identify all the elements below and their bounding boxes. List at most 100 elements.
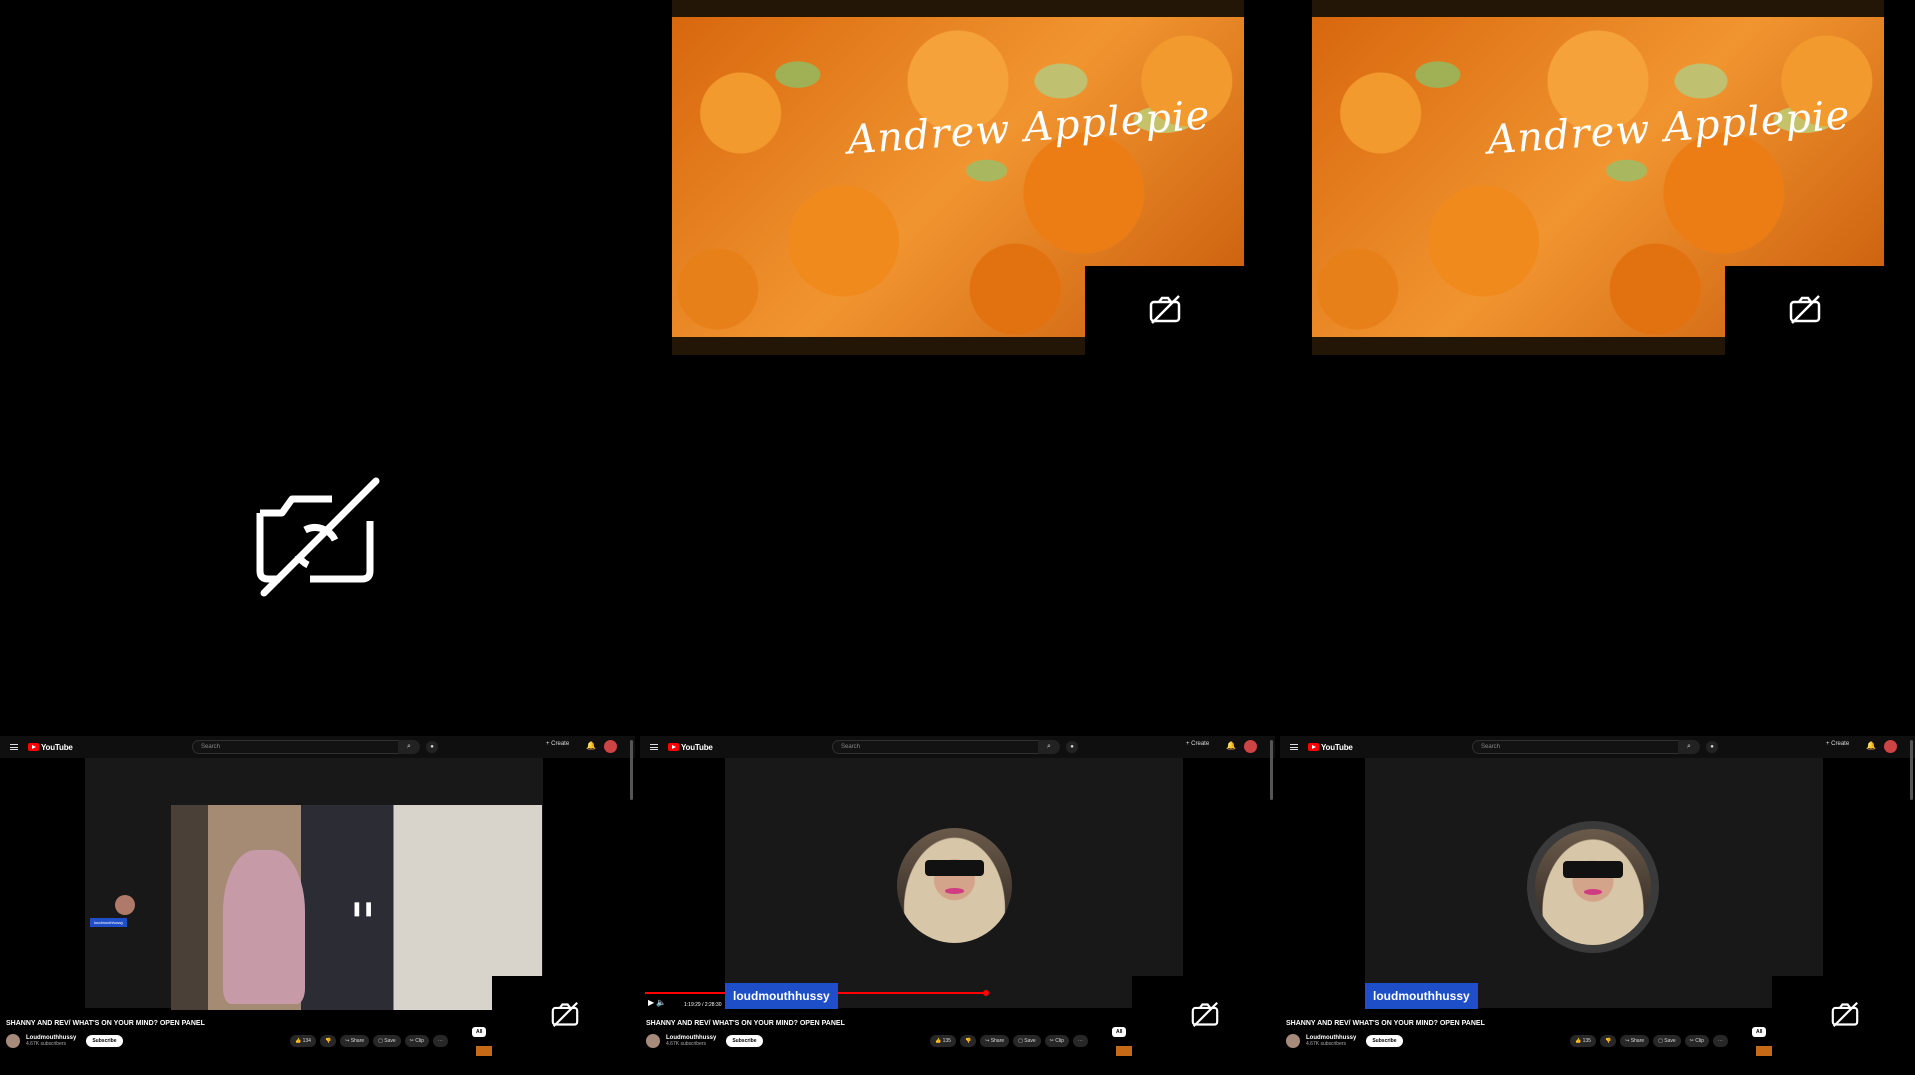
channel-avatar[interactable] (1286, 1034, 1300, 1048)
action-bar: 👍 134 👎 ↪ Share ▢ Save ✂ Clip ⋯ (290, 1035, 448, 1047)
video-frame[interactable]: ❚❚ (171, 805, 542, 1010)
subscriber-count: 4.67K subscribers (26, 1041, 67, 1047)
name-badge: loudmouthhussy (1365, 983, 1478, 1009)
subscribe-button[interactable]: Subscribe (726, 1035, 763, 1047)
like-button[interactable]: 👍 134 (290, 1035, 316, 1047)
video-title: SHANNY AND REV/ WHAT'S ON YOUR MIND? OPE… (1286, 1020, 1485, 1027)
share-button[interactable]: ↪ Share (980, 1035, 1010, 1047)
youtube-logo[interactable]: YouTube (1308, 743, 1353, 752)
avatar[interactable] (604, 740, 617, 753)
share-button[interactable]: ↪ Share (1620, 1035, 1650, 1047)
channel-info: Loudmouthhussy 4.67K subscribers Subscri… (6, 1034, 123, 1048)
mic-icon[interactable]: ● (1706, 741, 1718, 753)
channel-info: Loudmouthhussy 4.67K subscribers Subscri… (1286, 1034, 1403, 1048)
thumbnail[interactable] (1756, 1046, 1772, 1056)
avatar[interactable] (1884, 740, 1897, 753)
scrollbar[interactable] (630, 740, 633, 800)
video-tile-orange[interactable]: Andrew Applepie (672, 0, 1244, 355)
person-image (222, 850, 305, 1004)
youtube-tile[interactable]: YouTube Search ⌕ ● + Create 🔔 loudmouthh… (1280, 736, 1915, 1056)
video-title: SHANNY AND REV/ WHAT'S ON YOUR MIND? OPE… (6, 1020, 205, 1027)
channel-info: Loudmouthhussy 4.67K subscribers Subscri… (646, 1034, 763, 1048)
channel-avatar[interactable] (646, 1034, 660, 1048)
clip-button[interactable]: ✂ Clip (1684, 1035, 1709, 1047)
channel-avatar[interactable] (6, 1034, 20, 1048)
avatar (115, 895, 135, 915)
bell-icon[interactable]: 🔔 (586, 741, 596, 750)
share-button[interactable]: ↪ Share (340, 1035, 370, 1047)
lips (1583, 889, 1603, 896)
subscribe-button[interactable]: Subscribe (86, 1035, 123, 1047)
video-tile-orange[interactable]: Andrew Applepie (1312, 0, 1884, 355)
camera-off-icon (1789, 295, 1821, 324)
speaker-avatar (897, 828, 1012, 943)
action-bar: 👍 135 👎 ↪ Share ▢ Save ✂ Clip ⋯ (930, 1035, 1088, 1047)
dislike-button[interactable]: 👎 (319, 1035, 337, 1047)
name-tag: loudmouthhussy (90, 918, 128, 927)
camera-off-overlay (1132, 976, 1275, 1056)
avatar[interactable] (1244, 740, 1257, 753)
camera-off-icon (551, 1001, 579, 1028)
bell-icon[interactable]: 🔔 (1866, 741, 1876, 750)
clip-button[interactable]: ✂ Clip (1044, 1035, 1069, 1047)
youtube-logo[interactable]: YouTube (668, 743, 713, 752)
thumbnail[interactable] (476, 1046, 492, 1056)
more-icon[interactable]: ⋯ (432, 1035, 448, 1047)
subscribe-button[interactable]: Subscribe (1366, 1035, 1403, 1047)
search-input[interactable]: Search (1472, 740, 1692, 754)
save-button[interactable]: ▢ Save (373, 1035, 401, 1047)
like-button[interactable]: 👍 135 (1570, 1035, 1596, 1047)
search-icon[interactable]: ⌕ (398, 740, 420, 754)
video-player[interactable]: loudmouthhussy ❚❚ (85, 758, 543, 1010)
subscriber-count: 4.67K subscribers (666, 1041, 707, 1047)
video-title: SHANNY AND REV/ WHAT'S ON YOUR MIND? OPE… (646, 1020, 845, 1027)
more-icon[interactable]: ⋯ (1712, 1035, 1728, 1047)
thumbnail[interactable] (1116, 1046, 1132, 1056)
create-button[interactable]: + Create (1186, 741, 1209, 747)
video-player[interactable] (1365, 758, 1823, 1008)
speaker-avatar (1535, 829, 1651, 945)
camera-off-overlay (492, 976, 635, 1056)
filter-all-chip[interactable]: All (1112, 1027, 1127, 1037)
time-display: 1:19:29 / 2:28:30 (684, 1002, 722, 1008)
menu-icon[interactable] (10, 744, 18, 750)
mic-icon[interactable]: ● (1066, 741, 1078, 753)
search-input[interactable]: Search (832, 740, 1052, 754)
dislike-button[interactable]: 👎 (1599, 1035, 1617, 1047)
subscriber-count: 4.67K subscribers (1306, 1041, 1347, 1047)
clip-button[interactable]: ✂ Clip (404, 1035, 429, 1047)
camera-off-icon (1191, 1001, 1219, 1028)
menu-icon[interactable] (650, 744, 658, 750)
save-button[interactable]: ▢ Save (1653, 1035, 1681, 1047)
mic-icon[interactable]: ● (426, 741, 438, 753)
video-player[interactable] (725, 758, 1183, 1008)
scrollbar[interactable] (1270, 740, 1273, 800)
youtube-tile[interactable]: YouTube Search ⌕ ● + Create 🔔 loudmouthh… (0, 736, 635, 1056)
camera-off-icon (1149, 295, 1181, 324)
create-button[interactable]: + Create (546, 741, 569, 747)
name-badge: loudmouthhussy (725, 983, 838, 1009)
menu-icon[interactable] (1290, 744, 1298, 750)
youtube-tile[interactable]: YouTube Search ⌕ ● + Create 🔔 ▶ 🔈 1:19:2… (640, 736, 1275, 1056)
lips (945, 887, 964, 894)
sunglasses (1562, 861, 1624, 878)
bell-icon[interactable]: 🔔 (1226, 741, 1236, 750)
save-button[interactable]: ▢ Save (1013, 1035, 1041, 1047)
search-input[interactable]: Search (192, 740, 412, 754)
scrollbar[interactable] (1910, 740, 1913, 800)
search-icon[interactable]: ⌕ (1038, 740, 1060, 754)
create-button[interactable]: + Create (1826, 741, 1849, 747)
like-button[interactable]: 👍 135 (930, 1035, 956, 1047)
youtube-logo[interactable]: YouTube (28, 743, 73, 752)
play-icon[interactable]: ▶ 🔈 (648, 998, 666, 1007)
sunglasses (924, 860, 985, 877)
filter-all-chip[interactable]: All (472, 1027, 487, 1037)
more-icon[interactable]: ⋯ (1072, 1035, 1088, 1047)
camera-off-icon (1831, 1001, 1859, 1028)
camera-off-icon (256, 477, 380, 597)
filter-all-chip[interactable]: All (1752, 1027, 1767, 1037)
dislike-button[interactable]: 👎 (959, 1035, 977, 1047)
progress-handle[interactable] (983, 990, 989, 996)
pause-icon[interactable]: ❚❚ (351, 900, 374, 917)
search-icon[interactable]: ⌕ (1678, 740, 1700, 754)
